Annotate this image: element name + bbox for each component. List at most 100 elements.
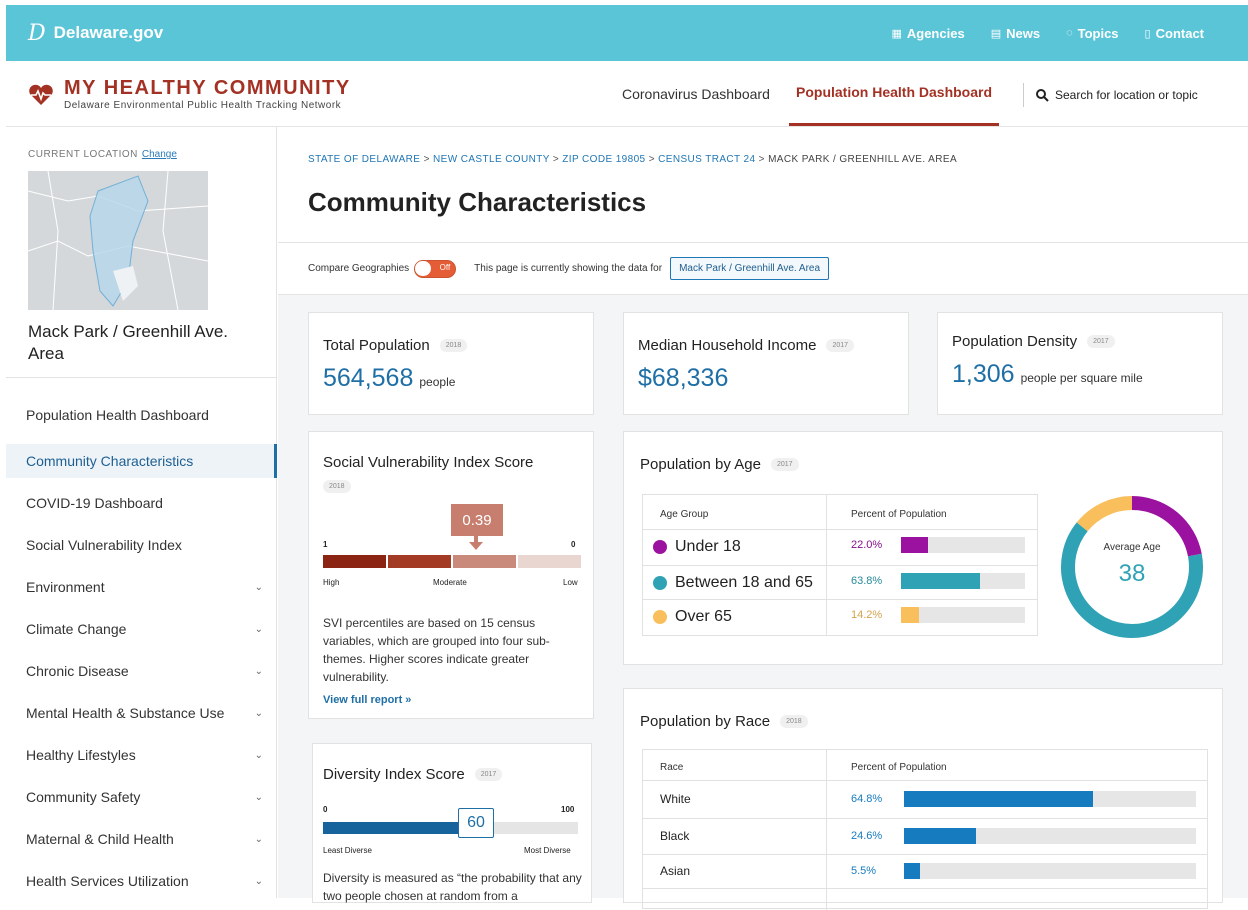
age-title-text: Population by Age [640,456,761,473]
chat-icon: ◌ [1066,27,1073,39]
svi-title: Social Vulnerability Index Score [323,454,534,471]
year-badge: 2017 [1087,335,1115,348]
diversity-min: 0 [323,805,328,814]
phone-icon: ▯ [1144,27,1151,40]
site-topbar: D Delaware.gov ▦ Agencies ▤ News ◌ Topics ▯… [6,5,1248,61]
sidebar-item-community-safety[interactable]: Community Safety ⌄ [6,780,277,814]
race-name: Black [660,829,690,843]
population-density-card: Population Density 2017 1,306 people per s… [937,312,1223,415]
chevron-down-icon: ⌄ [254,791,263,803]
breadcrumb-zip[interactable]: ZIP CODE 19805 [562,154,645,165]
race-table: Race Percent of Population White 64.8% B… [642,749,1208,910]
diversity-bar-fill [323,822,476,834]
legend-dot-icon [653,539,667,554]
card-title-text: Population Density [952,333,1078,350]
sidebar-item-maternal-child-health[interactable]: Maternal & Child Health ⌄ [6,822,277,856]
compare-bar: Compare Geographies Off This page is cur… [278,242,1248,295]
nav-population-health-dashboard[interactable]: Population Health Dashboard [789,61,1000,126]
sidebar-item-health-services-utilization[interactable]: Health Services Utilization ⌄ [6,864,277,898]
race-name: White [660,792,691,806]
legend-dot-icon [653,609,667,624]
race-title-text: Population by Race [640,713,771,730]
change-location-link[interactable]: Change [142,149,177,160]
toggle-knob [415,260,432,276]
svi-label-low: Low [563,578,578,587]
breadcrumb-county[interactable]: NEW CASTLE COUNTY [433,154,550,165]
svi-bar-segment [518,555,581,568]
chevron-down-icon: ⌄ [254,707,263,719]
nav-contact[interactable]: ▯ Contact [1145,26,1204,41]
diversity-title: Diversity Index Score 2017 [323,766,503,783]
race-table-row: Asian 5.5% [643,861,1207,881]
location-name: Mack Park / Greenhill Ave. Area [28,322,228,363]
nav-coronavirus-dashboard[interactable]: Coronavirus Dashboard [622,61,770,127]
breadcrumb-separator: > [648,154,655,165]
location-button[interactable]: Mack Park / Greenhill Ave. Area [670,257,830,280]
breadcrumb-tract[interactable]: CENSUS TRACT 24 [658,154,755,165]
race-table-row: White 64.8% [643,789,1207,809]
sidebar-item-chronic-disease[interactable]: Chronic Disease ⌄ [6,654,277,688]
sidebar-item-label: Maternal & Child Health [26,831,174,847]
sidebar-item-covid-19-dashboard[interactable]: COVID-19 Dashboard [6,486,277,520]
breadcrumb-separator: > [552,154,560,165]
legend-dot-icon [653,575,667,590]
race-bar-fill [904,791,1094,807]
diversity-title-text: Diversity Index Score [323,766,465,783]
svi-label-moderate: Moderate [433,578,467,587]
sidebar-item-mental-health[interactable]: Mental Health & Substance Use ⌄ [6,696,277,730]
sidebar-item-population-health-dashboard[interactable]: Population Health Dashboard [6,398,277,432]
site-name: Delaware.gov [53,23,164,42]
svi-bar-segment [453,555,516,568]
sidebar-item-social-vulnerability-index[interactable]: Social Vulnerability Index [6,528,277,562]
compare-toggle[interactable]: Off [414,259,457,278]
chevron-down-icon: ⌄ [254,623,263,635]
stat-number: $68,336 [638,364,729,392]
race-percent: 5.5% [851,865,877,877]
year-badge: 2017 [826,339,855,352]
nav-news[interactable]: ▤ News [991,26,1040,41]
age-percent: 14.2% [851,609,883,621]
age-header-percent: Percent of Population [851,509,947,520]
card-title-text: Median Household Income [638,337,817,354]
card-title: Median Household Income 2017 [638,337,855,354]
search-label: Search for location or topic [1055,88,1198,102]
sidebar-item-label: Environment [26,579,105,595]
nav-agencies[interactable]: ▦ Agencies [891,26,964,41]
search-link[interactable]: Search for location or topic [1023,83,1198,107]
nav-topics[interactable]: ◌ Topics [1066,26,1118,41]
location-map[interactable] [28,171,208,310]
brand-title: MY HEALTHY COMMUNITY [64,77,351,99]
sidebar-item-healthy-lifestyles[interactable]: Healthy Lifestyles ⌄ [6,738,277,772]
race-percent: 64.8% [851,793,883,805]
sidebar-item-environment[interactable]: Environment ⌄ [6,570,277,604]
breadcrumb-separator: > [758,154,765,165]
stat-value: 564,568 people [323,364,455,393]
breadcrumb-state[interactable]: STATE OF DELAWARE [308,154,420,165]
diversity-bar [323,822,578,834]
race-bar [904,791,1196,807]
view-full-report-link[interactable]: View full report » [323,694,411,706]
age-table-row: Under 18 22.0% [643,535,1037,555]
chevron-down-icon: ⌄ [254,581,263,593]
delaware-logo[interactable]: D Delaware.gov [28,21,163,46]
stat-number: 564,568 [323,364,414,392]
diversity-min-label: Least Diverse [323,846,372,855]
sidebar-item-label: Mental Health & Substance Use [26,705,225,721]
brand[interactable]: MY HEALTHY COMMUNITY Delaware Environmen… [28,78,351,111]
donut-slice [1076,496,1133,532]
current-location-label: CURRENT LOCATION Change [28,149,177,160]
total-population-card: Total Population 2018 564,568 people [308,312,594,415]
site-header: MY HEALTHY COMMUNITY Delaware Environmen… [6,61,1248,127]
race-bar-fill [904,828,976,844]
sidebar-item-climate-change[interactable]: Climate Change ⌄ [6,612,277,646]
stat-unit: people per square mile [1020,371,1143,385]
year-badge: 2018 [323,480,351,493]
nav-contact-label: Contact [1155,25,1204,41]
sidebar-item-community-characteristics[interactable]: Community Characteristics [6,444,277,478]
sidebar-item-label: Chronic Disease [26,663,129,679]
chevron-down-icon: ⌄ [254,665,263,677]
population-by-race-card: Population by Race 2018 Race Percent of P… [623,688,1223,910]
year-badge: 2017 [770,458,799,471]
svi-right-number: 0 [571,540,576,549]
brand-subtitle: Delaware Environmental Public Health Tra… [64,100,342,111]
